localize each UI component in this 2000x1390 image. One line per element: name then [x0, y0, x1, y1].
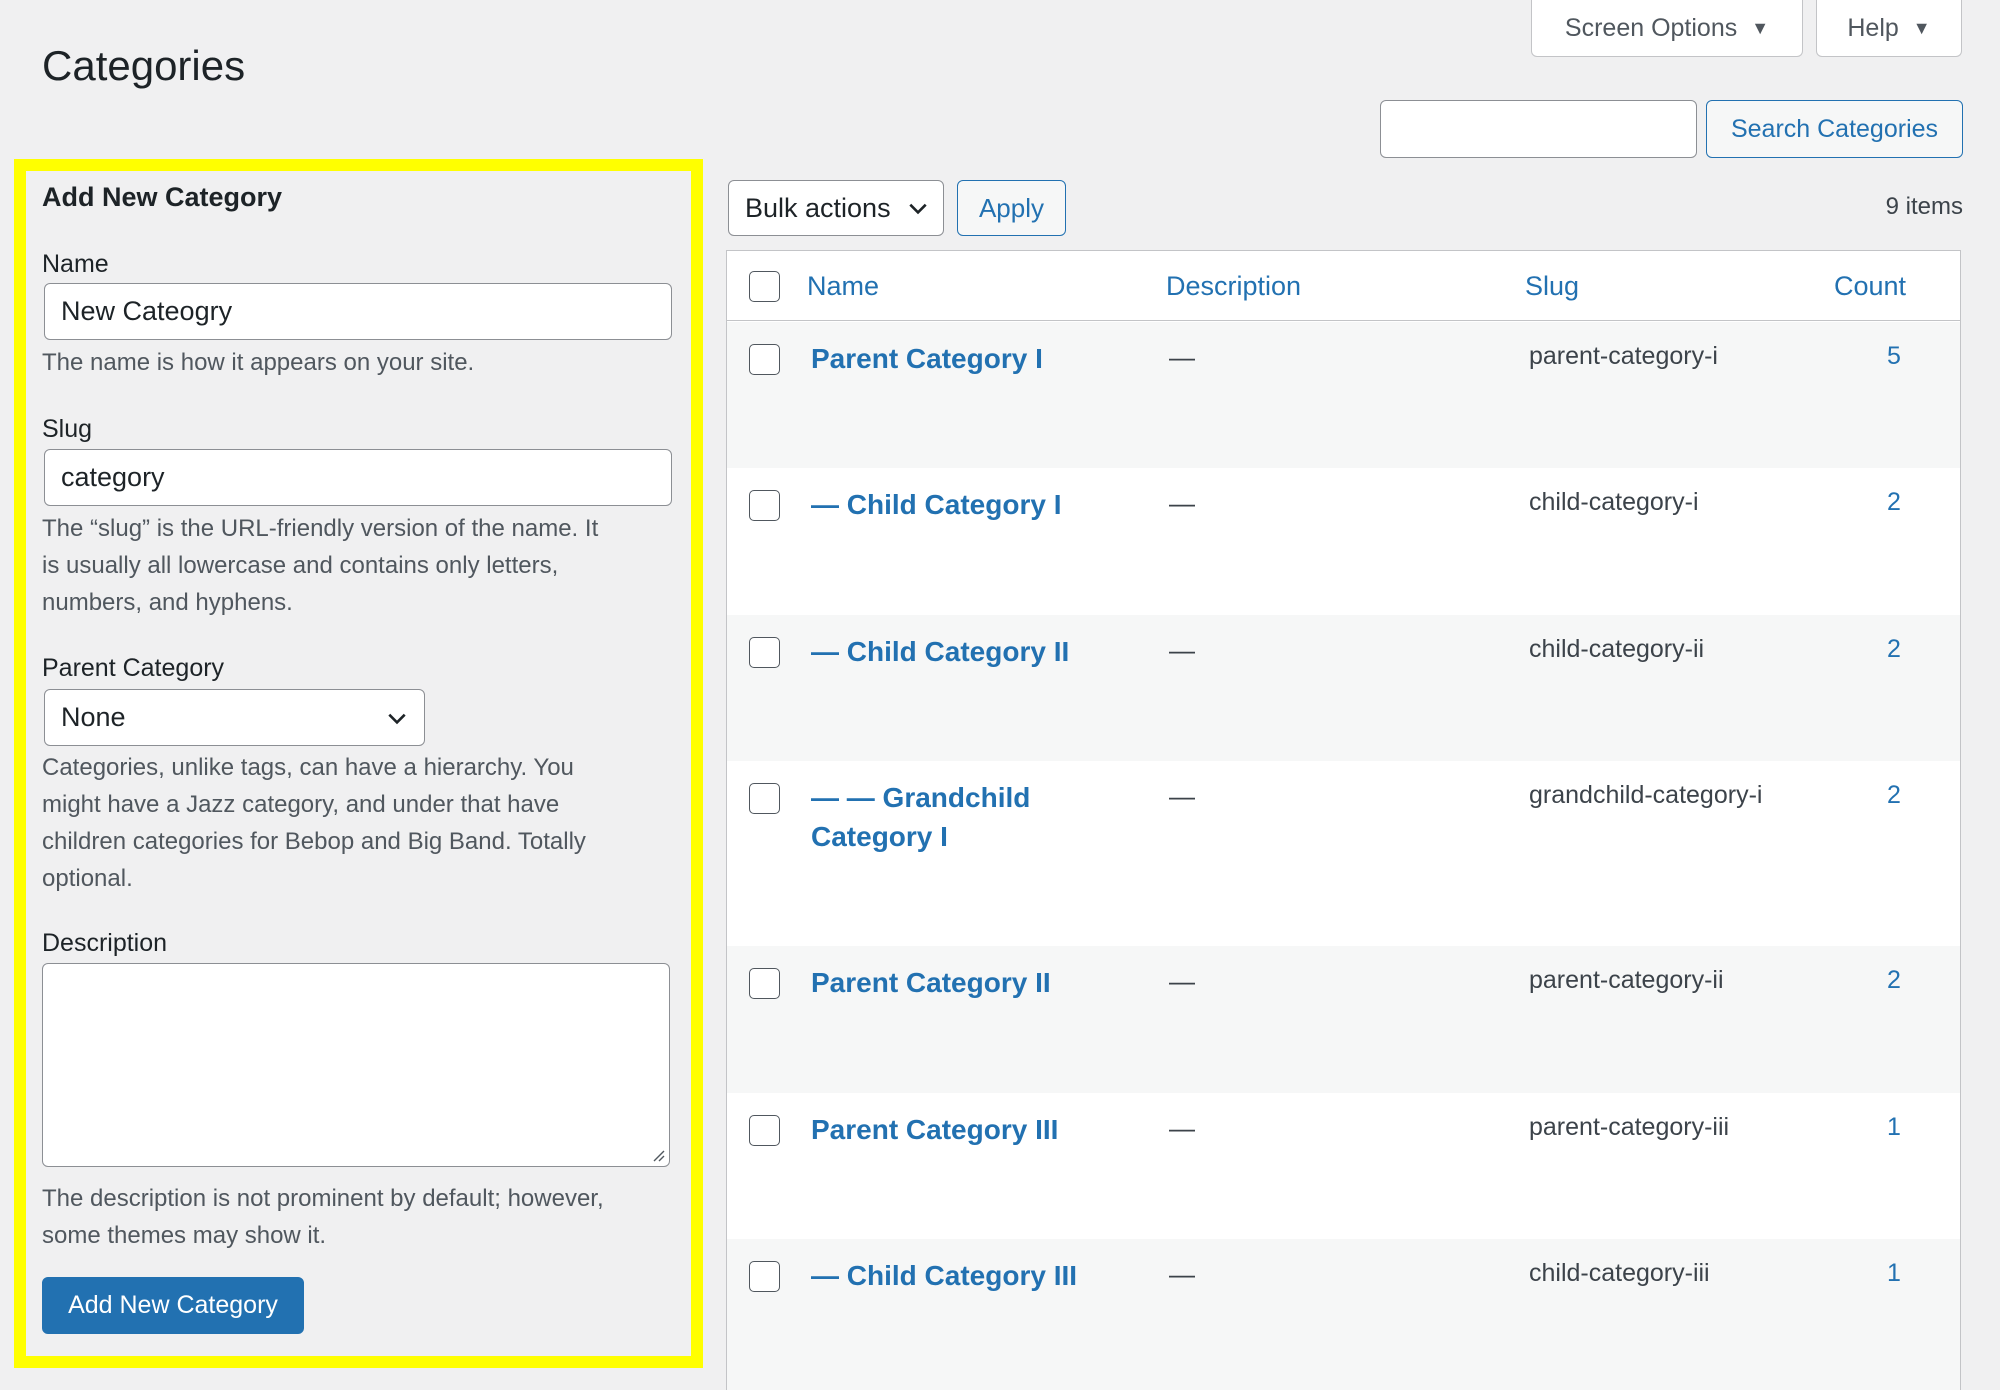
parent-category-help: Categories, unlike tags, can have a hier… — [42, 749, 672, 897]
table-row: Parent Category II — parent-category-ii … — [727, 946, 1960, 1093]
form-title: Add New Category — [42, 182, 283, 212]
category-slug: child-category-ii — [1529, 635, 1705, 663]
category-description: — — [1169, 1113, 1195, 1143]
help-button[interactable]: Help ▼ — [1816, 0, 1962, 57]
category-slug: parent-category-ii — [1529, 966, 1724, 994]
slug-input[interactable]: category — [44, 449, 672, 506]
category-slug: parent-category-iii — [1529, 1113, 1730, 1141]
category-count-link[interactable]: 1 — [1879, 1259, 1909, 1288]
caret-down-icon: ▼ — [1912, 17, 1931, 38]
screen-options-label: Screen Options — [1564, 13, 1738, 42]
table-row: Parent Category I — parent-category-i 5 — [727, 322, 1960, 468]
category-count-link[interactable]: 2 — [1879, 635, 1909, 664]
chevron-down-icon — [909, 203, 927, 215]
category-description: — — [1169, 1259, 1195, 1289]
help-line: is usually all lowercase and contains on… — [42, 552, 559, 579]
description-help: The description is not prominent by defa… — [42, 1180, 672, 1254]
name-line: — Child Category I — [811, 489, 1062, 520]
table-row: Parent Category III — parent-category-ii… — [727, 1093, 1960, 1239]
name-line: — Child Category III — [811, 1260, 1078, 1291]
column-slug[interactable]: Slug — [1525, 271, 1579, 302]
name-input[interactable]: New Cateogry — [44, 283, 672, 340]
name-help: The name is how it appears on your site. — [42, 349, 475, 376]
chevron-down-icon — [388, 713, 406, 724]
search-input[interactable] — [1380, 100, 1697, 158]
help-label: Help — [1847, 13, 1899, 42]
category-name-link[interactable]: — — Grandchild Category I — [811, 778, 1111, 856]
name-line: Parent Category III — [811, 1114, 1059, 1145]
parent-category-label: Parent Category — [42, 654, 225, 682]
help-line: Categories, unlike tags, can have a hier… — [42, 754, 574, 781]
category-name-link[interactable]: Parent Category II — [811, 963, 1111, 1002]
parent-category-value: None — [61, 702, 126, 732]
help-line: optional. — [42, 865, 133, 892]
row-checkbox[interactable] — [749, 1261, 780, 1292]
bulk-actions-select[interactable]: Bulk actions — [728, 180, 944, 236]
category-name-link[interactable]: — Child Category III — [811, 1256, 1111, 1295]
help-line: children categories for Bebop and Big Ba… — [42, 828, 586, 855]
caret-down-icon: ▼ — [1751, 17, 1770, 38]
table-row: — Child Category III — child-category-ii… — [727, 1239, 1960, 1390]
page-title: Categories — [42, 42, 246, 89]
category-description: — — [1169, 966, 1195, 996]
bulk-actions-value: Bulk actions — [745, 192, 891, 223]
resize-grip-icon[interactable] — [651, 1148, 665, 1162]
table-row: — — Grandchild Category I — grandchild-c… — [727, 761, 1960, 946]
screen-options-button[interactable]: Screen Options ▼ — [1531, 0, 1803, 57]
category-description: — — [1169, 635, 1195, 665]
category-name-link[interactable]: Parent Category I — [811, 339, 1111, 378]
category-count-link[interactable]: 2 — [1879, 966, 1909, 995]
category-count-link[interactable]: 2 — [1879, 781, 1909, 810]
column-name[interactable]: Name — [807, 271, 879, 302]
help-line: numbers, and hyphens. — [42, 589, 293, 616]
category-description: — — [1169, 488, 1195, 518]
category-description: — — [1169, 342, 1195, 372]
category-slug: child-category-i — [1529, 488, 1699, 516]
category-count-link[interactable]: 5 — [1879, 342, 1909, 371]
row-checkbox[interactable] — [749, 637, 780, 668]
description-textarea[interactable] — [42, 963, 670, 1167]
help-line: The “slug” is the URL-friendly version o… — [42, 515, 599, 542]
category-slug: parent-category-i — [1529, 342, 1718, 370]
name-line: Category I — [811, 821, 948, 852]
search-categories-button[interactable]: Search Categories — [1706, 100, 1963, 158]
categories-table: Name Description Slug Count Parent Categ… — [726, 250, 1961, 1390]
category-count-link[interactable]: 2 — [1879, 488, 1909, 517]
row-checkbox[interactable] — [749, 968, 780, 999]
table-header: Name Description Slug Count — [727, 251, 1960, 321]
column-description: Description — [1166, 271, 1302, 301]
name-line: — Child Category II — [811, 636, 1070, 667]
table-row: — Child Category II — child-category-ii … — [727, 615, 1960, 761]
column-count[interactable]: Count — [1834, 271, 1906, 302]
items-count: 9 items — [1885, 193, 1963, 220]
slug-help: The “slug” is the URL-friendly version o… — [42, 510, 672, 621]
category-name-link[interactable]: — Child Category I — [811, 485, 1111, 524]
help-line: some themes may show it. — [42, 1222, 327, 1249]
description-label: Description — [42, 929, 168, 957]
parent-category-select[interactable]: None — [44, 689, 425, 746]
row-checkbox[interactable] — [749, 344, 780, 375]
row-checkbox[interactable] — [749, 783, 780, 814]
add-new-category-button[interactable]: Add New Category — [42, 1277, 304, 1334]
row-checkbox[interactable] — [749, 1115, 780, 1146]
help-line: might have a Jazz category, and under th… — [42, 791, 560, 818]
row-checkbox[interactable] — [749, 490, 780, 521]
category-count-link[interactable]: 1 — [1879, 1113, 1909, 1142]
slug-label: Slug — [42, 415, 93, 443]
table-row: — Child Category I — child-category-i 2 — [727, 468, 1960, 615]
category-slug: child-category-iii — [1529, 1259, 1710, 1287]
name-label: Name — [42, 250, 109, 278]
select-all-checkbox[interactable] — [749, 271, 780, 302]
category-description: — — [1169, 781, 1195, 811]
name-line: Parent Category II — [811, 967, 1051, 998]
help-line: The description is not prominent by defa… — [42, 1185, 604, 1212]
category-name-link[interactable]: — Child Category II — [811, 632, 1111, 671]
name-line: — — Grandchild — [811, 782, 1031, 813]
category-slug: grandchild-category-i — [1529, 781, 1763, 809]
name-line: Parent Category I — [811, 343, 1043, 374]
category-name-link[interactable]: Parent Category III — [811, 1110, 1111, 1149]
apply-button[interactable]: Apply — [957, 180, 1066, 236]
